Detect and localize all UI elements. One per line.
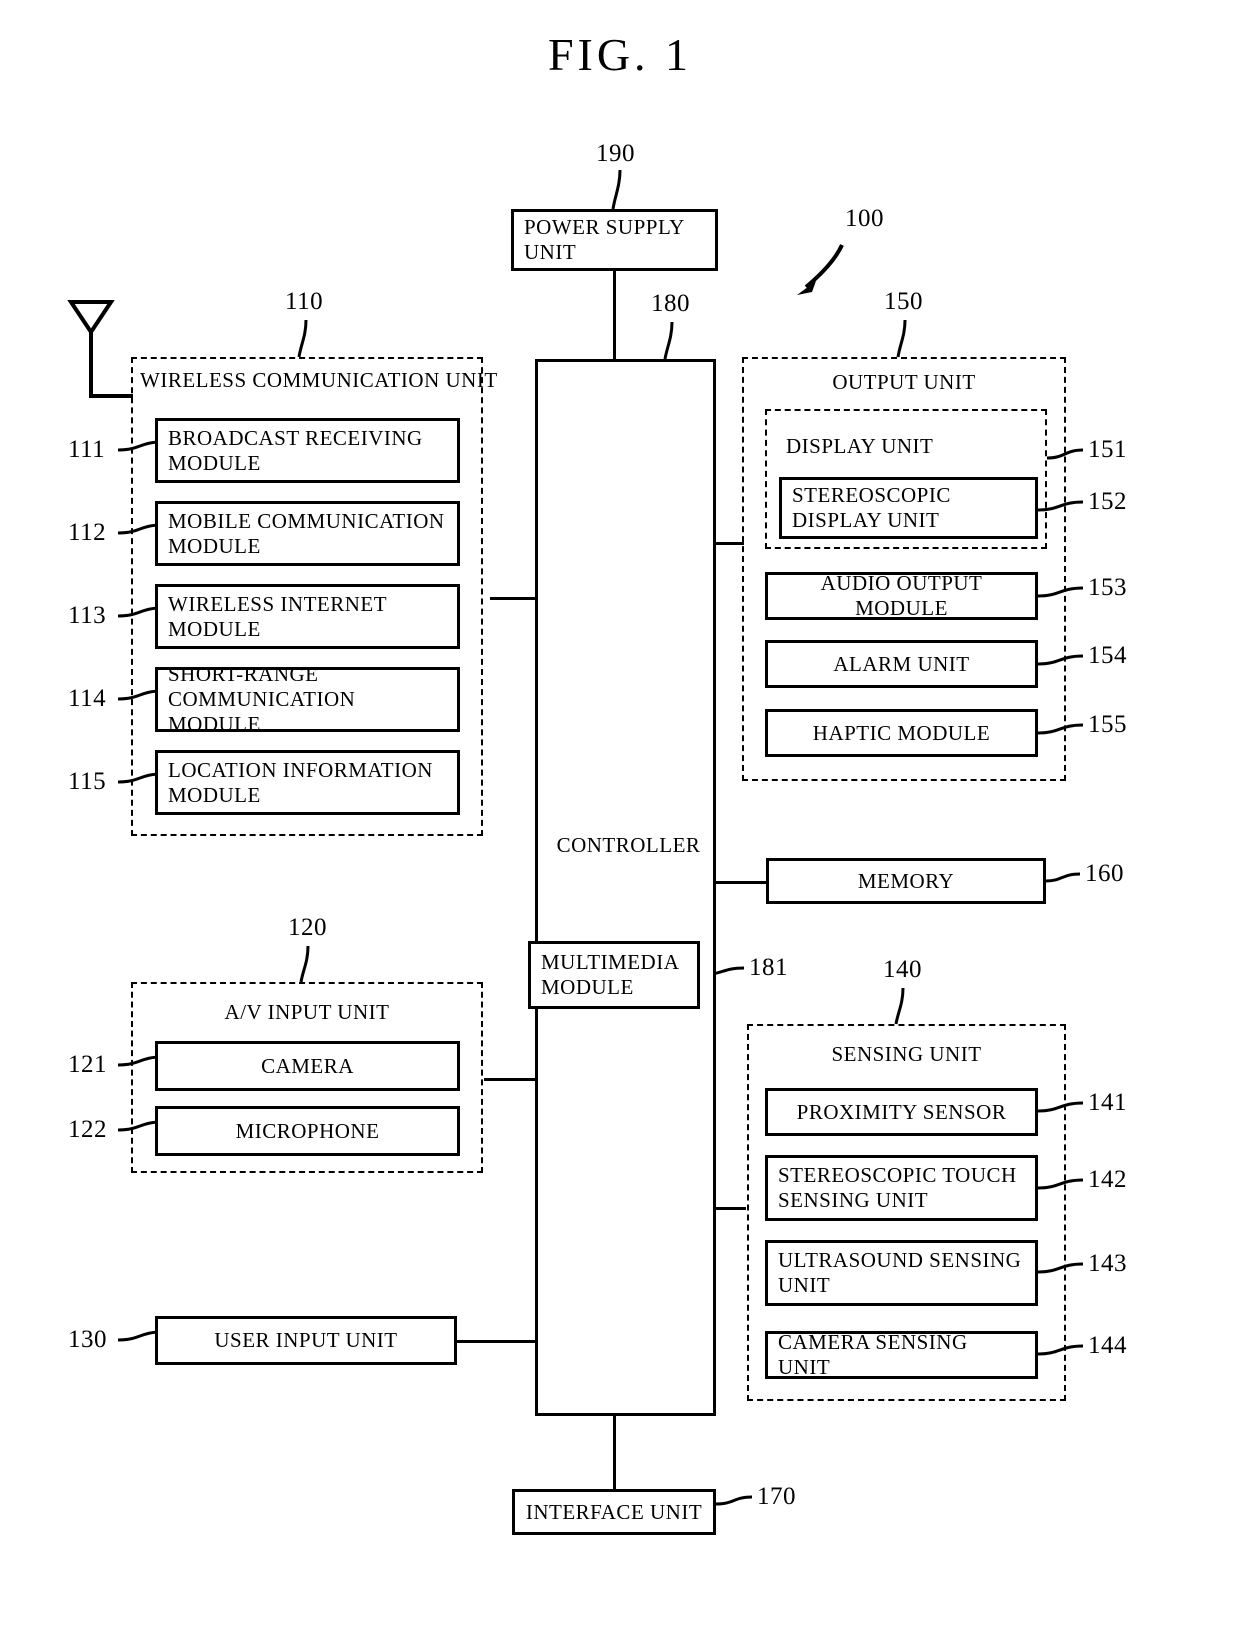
location-information-module-label: LOCATION INFORMATION MODULE [168, 757, 433, 807]
ultrasound-sensing-unit-box[interactable]: ULTRASOUND SENSING UNIT [765, 1240, 1038, 1306]
line-av-to-controller [484, 1078, 537, 1081]
user-input-unit-box[interactable]: USER INPUT UNIT [155, 1316, 457, 1365]
ref-151: 151 [1088, 436, 1127, 463]
camera-sensing-unit-label: CAMERA SENSING UNIT [778, 1330, 968, 1379]
alarm-unit-label: ALARM UNIT [833, 651, 970, 676]
audio-output-module-label: AUDIO OUTPUT MODULE [820, 571, 983, 620]
ref-140: 140 [883, 956, 922, 983]
stereoscopic-touch-sensing-unit-label: STEREOSCOPIC TOUCH SENSING UNIT [778, 1163, 1017, 1212]
broadcast-receiving-module-box[interactable]: BROADCAST RECEIVING MODULE [155, 418, 460, 483]
user-input-unit-label: USER INPUT UNIT [214, 1328, 398, 1353]
line-userinput-to-controller [457, 1340, 537, 1343]
controller-box[interactable]: CONTROLLER [535, 359, 716, 1416]
wireless-internet-module-box[interactable]: WIRELESS INTERNET MODULE [155, 584, 460, 649]
line-power-to-controller [613, 271, 616, 359]
mobile-communication-module-label: MOBILE COMMUNICATION MODULE [168, 508, 445, 558]
output-unit-label: OUTPUT UNIT [832, 370, 976, 394]
ref-190: 190 [596, 140, 635, 167]
interface-unit-label: INTERFACE UNIT [525, 1499, 703, 1524]
ref-152: 152 [1088, 488, 1127, 515]
sensing-unit-label: SENSING UNIT [831, 1042, 982, 1066]
ref-141: 141 [1088, 1089, 1127, 1116]
ref-154: 154 [1088, 642, 1127, 669]
ref-150: 150 [884, 288, 923, 315]
multimedia-module-box[interactable]: MULTIMEDIA MODULE [528, 941, 700, 1009]
camera-label: CAMERA [261, 1053, 354, 1078]
controller-label: CONTROLLER [556, 833, 701, 857]
audio-output-module-box[interactable]: AUDIO OUTPUT MODULE [765, 571, 1038, 620]
ref-142: 142 [1088, 1166, 1127, 1193]
line-controller-to-memory [716, 881, 766, 884]
ref-155: 155 [1088, 711, 1127, 738]
location-information-module-box[interactable]: LOCATION INFORMATION MODULE [155, 750, 460, 815]
ref-100: 100 [845, 205, 884, 232]
camera-sensing-unit-box[interactable]: CAMERA SENSING UNIT [765, 1330, 1038, 1379]
short-range-communication-module-box[interactable]: SHORT-RANGE COMMUNICATION MODULE [155, 662, 460, 736]
ref-180: 180 [651, 290, 690, 317]
av-input-unit-label: A/V INPUT UNIT [224, 1000, 390, 1024]
ref-170: 170 [757, 1483, 796, 1510]
line-controller-to-sensing [716, 1207, 746, 1210]
haptic-module-box[interactable]: HAPTIC MODULE [765, 709, 1038, 757]
pointer-arrow-icon [797, 244, 844, 295]
stereoscopic-touch-sensing-unit-box[interactable]: STEREOSCOPIC TOUCH SENSING UNIT [765, 1155, 1038, 1221]
wireless-communication-unit-label: WIRELESS COMMUNICATION UNIT [140, 368, 498, 392]
wireless-internet-module-label: WIRELESS INTERNET MODULE [168, 591, 387, 641]
interface-unit-box[interactable]: INTERFACE UNIT [512, 1489, 716, 1535]
stereoscopic-display-unit-box[interactable]: STEREOSCOPIC DISPLAY UNIT [779, 477, 1038, 539]
ref-181: 181 [749, 954, 788, 981]
ref-144: 144 [1088, 1332, 1127, 1359]
ref-111: 111 [68, 436, 106, 463]
microphone-box[interactable]: MICROPHONE [155, 1106, 460, 1156]
stereoscopic-display-unit-label: STEREOSCOPIC DISPLAY UNIT [792, 483, 951, 532]
ref-114: 114 [68, 685, 107, 712]
line-controller-to-interface [613, 1416, 616, 1489]
memory-box[interactable]: MEMORY [766, 858, 1046, 904]
mobile-communication-module-box[interactable]: MOBILE COMMUNICATION MODULE [155, 501, 460, 566]
line-wireless-to-controller [490, 597, 537, 600]
ref-120: 120 [288, 914, 327, 941]
ref-143: 143 [1088, 1250, 1127, 1277]
camera-box[interactable]: CAMERA [155, 1041, 460, 1091]
ref-113: 113 [68, 602, 107, 629]
broadcast-receiving-module-label: BROADCAST RECEIVING MODULE [168, 425, 423, 475]
short-range-communication-module-label: SHORT-RANGE COMMUNICATION MODULE [168, 662, 356, 736]
ref-115: 115 [68, 768, 107, 795]
ref-110: 110 [285, 288, 324, 315]
microphone-label: MICROPHONE [235, 1118, 380, 1143]
alarm-unit-box[interactable]: ALARM UNIT [765, 640, 1038, 688]
ultrasound-sensing-unit-label: ULTRASOUND SENSING UNIT [778, 1248, 1022, 1297]
ref-122: 122 [68, 1116, 107, 1143]
multimedia-module-label: MULTIMEDIA MODULE [541, 950, 679, 999]
ref-121: 121 [68, 1051, 107, 1078]
ref-160: 160 [1085, 860, 1124, 887]
proximity-sensor-label: PROXIMITY SENSOR [796, 1099, 1007, 1124]
power-supply-unit-box[interactable]: POWER SUPPLY UNIT [511, 209, 718, 271]
haptic-module-label: HAPTIC MODULE [812, 720, 991, 745]
display-unit-label: DISPLAY UNIT [786, 434, 934, 458]
power-supply-unit-label: POWER SUPPLY UNIT [524, 215, 685, 264]
memory-label: MEMORY [857, 868, 955, 893]
ref-112: 112 [68, 519, 107, 546]
figure-title: FIG. 1 [547, 29, 693, 80]
antenna-icon [67, 300, 133, 398]
ref-130: 130 [68, 1326, 107, 1353]
patent-figure-1: FIG. 1 190 100 110 180 150 111 112 113 1… [0, 0, 1240, 1631]
line-controller-to-output [716, 542, 744, 545]
proximity-sensor-box[interactable]: PROXIMITY SENSOR [765, 1088, 1038, 1136]
ref-153: 153 [1088, 574, 1127, 601]
